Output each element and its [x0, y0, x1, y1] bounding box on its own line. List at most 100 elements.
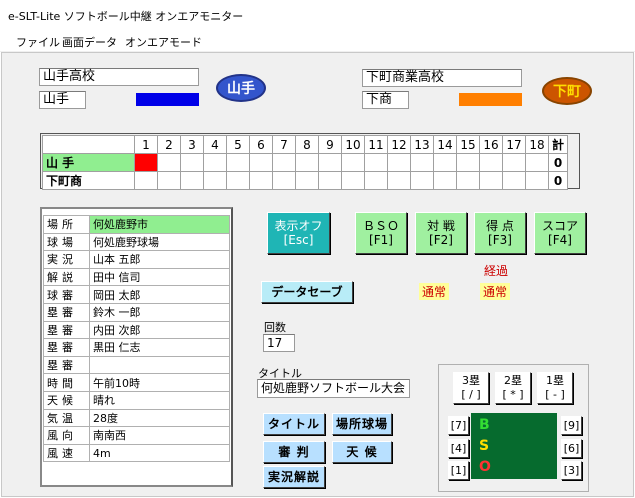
- inning-cell[interactable]: [226, 171, 250, 190]
- inning-cell[interactable]: [295, 171, 319, 190]
- home-school-field[interactable]: 山手高校: [39, 68, 199, 86]
- inning-cell[interactable]: [203, 153, 227, 172]
- inning-cell[interactable]: [456, 153, 480, 172]
- home-short-field[interactable]: 山手: [39, 91, 86, 109]
- inning-cell[interactable]: [525, 153, 549, 172]
- inning-cell[interactable]: [479, 153, 503, 172]
- inning-cell[interactable]: [479, 171, 503, 190]
- inning-cell[interactable]: [410, 153, 434, 172]
- info-value[interactable]: 田中 信司: [89, 267, 230, 287]
- tokuten-button[interactable]: 得 点 [F3]: [474, 212, 526, 254]
- info-key: 風速: [43, 443, 90, 463]
- weather-button[interactable]: 天 候: [332, 441, 392, 463]
- display-off-button[interactable]: 表示オフ [Esc]: [267, 212, 330, 254]
- info-value[interactable]: 南南西: [89, 426, 230, 445]
- home-color-swatch[interactable]: [136, 93, 199, 106]
- title-button[interactable]: タイトル: [263, 413, 325, 435]
- inning-cell[interactable]: [134, 153, 158, 172]
- inning-cell[interactable]: [364, 153, 388, 172]
- title-field[interactable]: 何処鹿野ソフトボール大会: [257, 379, 410, 398]
- key-1-button[interactable]: [1]: [448, 461, 469, 480]
- inning-cell[interactable]: [387, 171, 411, 190]
- key-4-button[interactable]: [4]: [448, 439, 469, 458]
- info-row: 塁審 内田 次郎: [43, 320, 230, 340]
- inning-cell[interactable]: [272, 153, 296, 172]
- second-base-button[interactable]: 2塁 [ * ]: [495, 372, 531, 404]
- away-color-swatch[interactable]: [459, 93, 522, 106]
- commentary-button[interactable]: 実況解説: [263, 466, 325, 488]
- inning-cell[interactable]: [387, 153, 411, 172]
- bso-display: B S O: [471, 413, 557, 479]
- umpire-button[interactable]: 審 判: [263, 441, 325, 463]
- inning-cell[interactable]: [249, 153, 273, 172]
- key-7-button[interactable]: [7]: [448, 416, 469, 435]
- scoreboard-corner: [42, 135, 135, 154]
- info-value[interactable]: 午前10時: [89, 373, 230, 392]
- inning-cell[interactable]: [525, 171, 549, 190]
- key-3-button[interactable]: [3]: [561, 461, 582, 480]
- scoreboard-row-away: 下町商 0: [42, 171, 568, 190]
- inning-cell[interactable]: [433, 171, 457, 190]
- info-value[interactable]: 何処鹿野球場: [89, 232, 230, 252]
- menu-screen-data[interactable]: 画面データ: [62, 34, 117, 50]
- key-6-button[interactable]: [6]: [561, 439, 582, 458]
- info-value[interactable]: 黒田 仁志: [89, 338, 230, 357]
- inning-cell[interactable]: [341, 153, 365, 172]
- score-button[interactable]: スコア [F4]: [534, 212, 586, 254]
- inning-count-field[interactable]: 17: [263, 334, 295, 352]
- score-key: [F4]: [548, 233, 572, 247]
- inning-cell[interactable]: [157, 153, 181, 172]
- inning-cell[interactable]: [341, 171, 365, 190]
- info-key: 塁審: [43, 302, 90, 322]
- first-base-button[interactable]: 1塁 [ - ]: [537, 372, 573, 404]
- away-short-field[interactable]: 下商: [362, 91, 409, 109]
- inning-header: 10: [341, 135, 365, 154]
- info-key: 気温: [43, 408, 90, 428]
- inning-cell[interactable]: [249, 171, 273, 190]
- inning-cell[interactable]: [433, 153, 457, 172]
- bso-button[interactable]: ＢＳＯ [F1]: [355, 212, 407, 254]
- info-value[interactable]: 山本 五郎: [89, 250, 230, 269]
- scoreboard: 1 2 3 4 5 6 7 8 9 10 11 12 13 14 15 16 1…: [42, 135, 568, 190]
- inning-cell[interactable]: [134, 171, 158, 190]
- inning-cell[interactable]: [502, 171, 526, 190]
- inning-cell[interactable]: [410, 171, 434, 190]
- third-base-button[interactable]: 3塁 [ / ]: [453, 372, 489, 404]
- inning-cell[interactable]: [318, 171, 342, 190]
- info-value[interactable]: 鈴木 一郎: [89, 302, 230, 322]
- inning-cell[interactable]: [502, 153, 526, 172]
- info-value[interactable]: 28度: [89, 408, 230, 428]
- info-key: 塁審: [43, 338, 90, 357]
- inning-cell[interactable]: [157, 171, 181, 190]
- info-value[interactable]: 何処鹿野市: [89, 215, 230, 234]
- home-team-name: 山 手: [42, 153, 135, 172]
- inning-cell[interactable]: [180, 153, 204, 172]
- inning-cell[interactable]: [295, 153, 319, 172]
- inning-cell[interactable]: [456, 171, 480, 190]
- away-school-field[interactable]: 下町商業高校: [362, 69, 522, 87]
- taisen-button[interactable]: 対 戦 [F2]: [415, 212, 467, 254]
- display-off-key: [Esc]: [283, 233, 314, 247]
- scoreboard-row-home: 山 手 0: [42, 153, 568, 172]
- menu-onair-mode[interactable]: オンエアモード: [125, 34, 202, 50]
- inning-cell[interactable]: [203, 171, 227, 190]
- tokuten-progress-label: 経過: [484, 264, 509, 278]
- data-save-button[interactable]: データセーブ: [261, 281, 353, 303]
- inning-header: 6: [249, 135, 273, 154]
- info-value[interactable]: 岡田 太郎: [89, 285, 230, 304]
- venue-button[interactable]: 場所球場: [332, 413, 392, 435]
- menu-file[interactable]: ファイル: [16, 34, 60, 50]
- inning-cell[interactable]: [180, 171, 204, 190]
- info-value[interactable]: 晴れ: [89, 390, 230, 410]
- info-row: 塁審 黒田 仁志: [43, 338, 230, 357]
- info-row: 場所 何処鹿野市: [43, 215, 230, 234]
- info-value[interactable]: [89, 355, 230, 375]
- inning-cell[interactable]: [226, 153, 250, 172]
- inning-cell[interactable]: [318, 153, 342, 172]
- inning-cell[interactable]: [364, 171, 388, 190]
- info-value[interactable]: 内田 次郎: [89, 320, 230, 340]
- info-value[interactable]: 4m: [89, 443, 230, 463]
- inning-cell[interactable]: [272, 171, 296, 190]
- key-9-button[interactable]: [9]: [561, 416, 582, 435]
- inning-header: 8: [295, 135, 319, 154]
